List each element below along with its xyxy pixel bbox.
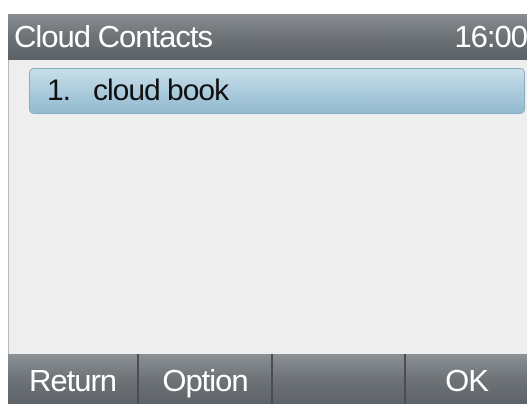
clock: 16:00 — [454, 19, 527, 54]
list-item-label: cloud book — [93, 74, 229, 107]
list-item-cloud-book[interactable]: 1. cloud book — [29, 68, 525, 114]
page-title: Cloud Contacts — [14, 19, 213, 54]
softkey-bar: Return Option OK — [8, 354, 527, 404]
title-bar: Cloud Contacts 16:00 — [8, 14, 527, 60]
list-item-index: 1. — [47, 74, 71, 107]
ok-button[interactable]: OK — [404, 354, 527, 404]
phone-screen: Cloud Contacts 16:00 1. cloud book Retur… — [0, 0, 527, 404]
contact-list: 1. cloud book — [8, 60, 527, 354]
blank-softkey[interactable] — [271, 354, 404, 404]
option-button[interactable]: Option — [137, 354, 271, 404]
return-button[interactable]: Return — [8, 354, 137, 404]
